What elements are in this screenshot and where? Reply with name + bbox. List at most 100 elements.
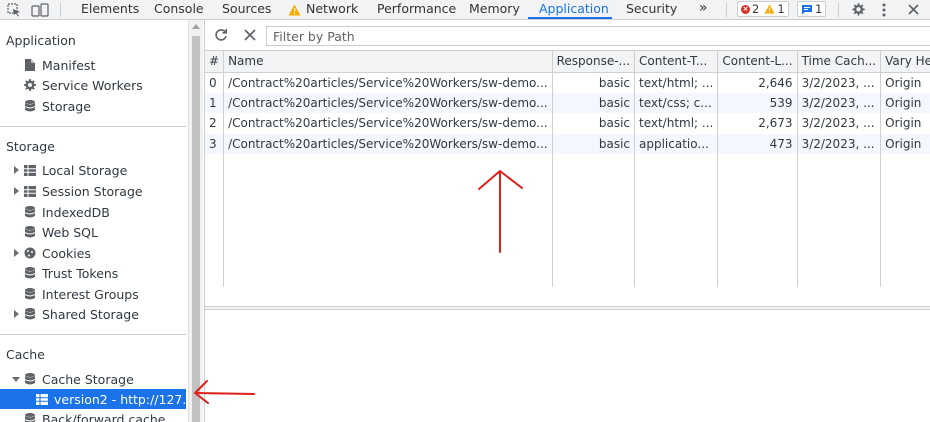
table-row[interactable]: 1 /Contract%20articles/Service%20Workers… xyxy=(205,92,930,113)
tab-console[interactable]: Console xyxy=(154,0,204,19)
tab-sources[interactable]: Sources xyxy=(222,0,271,19)
sidebar-item-label: Web SQL xyxy=(42,224,98,240)
cell-name: /Contract%20articles/Service%20Workers/s… xyxy=(223,113,553,134)
column-header-vary-header[interactable]: Vary Header xyxy=(880,51,930,73)
table-row[interactable]: 0 /Contract%20articles/Service%20Workers… xyxy=(205,72,930,93)
cell-response-type: basic xyxy=(552,133,636,154)
cell-name: /Contract%20articles/Service%20Workers/s… xyxy=(223,92,553,113)
column-header-time-cached[interactable]: Time Cach... xyxy=(797,51,882,73)
gear-icon xyxy=(24,79,36,91)
section-title-application: Application xyxy=(6,33,76,48)
column-header-content-type[interactable]: Content-T... xyxy=(634,51,719,73)
sidebar-item-back-forward-cache[interactable]: Back/forward cache xyxy=(0,409,186,422)
toolbar-divider xyxy=(726,3,727,17)
cache-toolbar xyxy=(205,20,930,51)
cell-response-type: basic xyxy=(552,113,636,134)
sidebar-item-cache-storage[interactable]: Cache Storage xyxy=(0,369,186,389)
cell-vary-header: Origin xyxy=(880,92,930,113)
close-devtools-icon[interactable] xyxy=(905,0,921,19)
cookie-icon xyxy=(24,247,36,259)
cell-time-cached: 3/2/2023, ... xyxy=(797,133,882,154)
sidebar-item-label: Service Workers xyxy=(42,77,143,93)
column-header-index[interactable]: # xyxy=(205,51,225,73)
database-icon xyxy=(24,373,36,385)
tab-elements[interactable]: Elements xyxy=(81,0,139,19)
column-header-content-length[interactable]: Content-L... xyxy=(717,51,798,73)
more-options-icon[interactable] xyxy=(878,0,890,19)
warning-icon xyxy=(764,4,775,14)
sidebar-scrollbar[interactable] xyxy=(188,20,203,422)
sidebar-item-shared-storage[interactable]: Shared Storage xyxy=(0,304,186,324)
issues-counter[interactable]: × 2 1 xyxy=(737,1,789,17)
error-count: 2 xyxy=(752,2,760,16)
sidebar-item-indexeddb[interactable]: IndexedDB xyxy=(0,202,186,222)
tab-memory[interactable]: Memory xyxy=(469,0,520,19)
table-icon xyxy=(24,185,36,197)
sidebar-item-cache-version2[interactable]: version2 - http://127.0.0 xyxy=(0,389,188,409)
more-tabs-button[interactable]: » xyxy=(699,0,708,19)
cache-storage-panel: # Name Response-... Content-T... Content… xyxy=(204,20,930,422)
scrollbar-thumb[interactable] xyxy=(192,36,200,422)
devtools-tab-bar: Elements Console Sources Network Perform… xyxy=(0,0,930,20)
delete-selected-icon[interactable] xyxy=(244,29,256,44)
sidebar-item-label: Interest Groups xyxy=(42,286,139,302)
message-count: 1 xyxy=(815,2,823,16)
tab-performance[interactable]: Performance xyxy=(377,0,456,19)
entry-preview-pane xyxy=(205,310,930,422)
section-title-storage: Storage xyxy=(6,139,55,154)
table-icon xyxy=(36,393,48,405)
expand-arrow-icon[interactable] xyxy=(10,166,22,174)
cell-name: /Contract%20articles/Service%20Workers/s… xyxy=(223,133,553,154)
sidebar-item-local-storage[interactable]: Local Storage xyxy=(0,160,186,180)
cell-vary-header: Origin xyxy=(880,133,930,154)
database-icon xyxy=(24,267,36,279)
column-header-name[interactable]: Name xyxy=(223,51,553,73)
tab-security[interactable]: Security xyxy=(626,0,677,19)
expand-arrow-icon[interactable] xyxy=(10,187,22,195)
tab-network[interactable]: Network xyxy=(306,0,358,19)
sidebar-item-label: Back/forward cache xyxy=(42,411,166,422)
device-toolbar-icon[interactable] xyxy=(30,0,50,19)
scroll-up-arrow-icon[interactable] xyxy=(192,24,200,29)
cell-content-type: text/html; ... xyxy=(634,72,719,93)
cell-time-cached: 3/2/2023, ... xyxy=(797,92,882,113)
expand-arrow-icon[interactable] xyxy=(10,249,22,257)
message-icon xyxy=(802,4,812,14)
sidebar-item-label: Manifest xyxy=(42,57,96,73)
cell-content-length: 2,646 xyxy=(717,72,798,93)
database-icon xyxy=(24,308,36,320)
sidebar-item-cookies[interactable]: Cookies xyxy=(0,243,186,263)
refresh-icon[interactable] xyxy=(214,28,228,45)
application-sidebar: Application Manifest Service Workers Sto… xyxy=(0,20,188,422)
collapse-arrow-icon[interactable] xyxy=(10,376,22,382)
database-icon xyxy=(24,226,36,238)
sidebar-item-service-workers[interactable]: Service Workers xyxy=(0,75,186,95)
database-icon xyxy=(24,100,36,112)
sidebar-item-session-storage[interactable]: Session Storage xyxy=(0,181,186,201)
warning-icon xyxy=(287,0,301,19)
sidebar-item-interest-groups[interactable]: Interest Groups xyxy=(0,284,186,304)
sidebar-item-web-sql[interactable]: Web SQL xyxy=(0,222,186,242)
table-row[interactable]: 3 /Contract%20articles/Service%20Workers… xyxy=(205,133,930,154)
sidebar-item-label: version2 - http://127.0.0 xyxy=(54,391,188,407)
column-header-response-type[interactable]: Response-... xyxy=(552,51,636,73)
table-row[interactable]: 2 /Contract%20articles/Service%20Workers… xyxy=(205,113,930,134)
database-icon xyxy=(24,413,36,422)
filter-by-path-input[interactable] xyxy=(266,26,930,46)
cell-time-cached: 3/2/2023, ... xyxy=(797,72,882,93)
expand-arrow-icon[interactable] xyxy=(10,310,22,318)
error-icon: × xyxy=(741,4,750,14)
inspect-element-icon[interactable] xyxy=(6,0,22,19)
cell-time-cached: 3/2/2023, ... xyxy=(797,113,882,134)
table-header-row: # Name Response-... Content-T... Content… xyxy=(205,51,930,73)
database-icon xyxy=(24,206,36,218)
sidebar-item-storage[interactable]: Storage xyxy=(0,96,186,116)
sidebar-item-label: IndexedDB xyxy=(42,204,110,220)
sidebar-item-trust-tokens[interactable]: Trust Tokens xyxy=(0,263,186,283)
cell-content-type: text/css; c... xyxy=(634,92,719,113)
messages-counter[interactable]: 1 xyxy=(797,1,827,17)
settings-gear-icon[interactable] xyxy=(850,0,866,19)
sidebar-item-manifest[interactable]: Manifest xyxy=(0,55,186,75)
database-icon xyxy=(24,288,36,300)
active-tab-indicator xyxy=(528,17,612,19)
